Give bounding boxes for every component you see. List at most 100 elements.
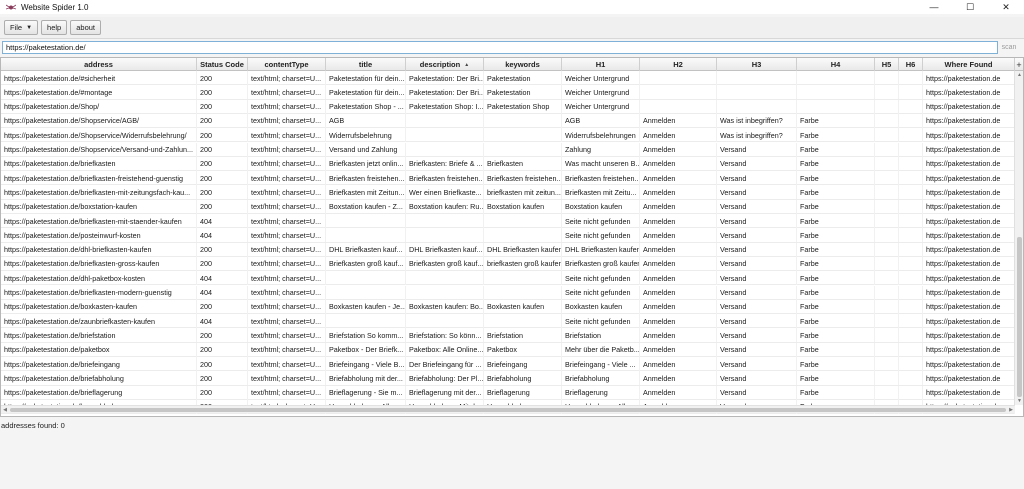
table-row[interactable]: https://paketestation.de/brieflagerung 20… [1,385,1015,400]
table-row[interactable]: https://paketestation.de/zaunbriefkasten… [1,314,1015,329]
cell-description: Paketestation: Der Bri... [406,85,484,100]
table-row[interactable]: https://paketestation.de/dhl-paketbox-ko… [1,271,1015,286]
cell-h5 [875,271,899,286]
cell-description: Wer einen Briefkaste... [406,185,484,200]
minimize-button[interactable]: — [916,0,952,14]
cell-description: Paketbox: Alle Online... [406,342,484,357]
column-header-h5[interactable]: H5 [875,58,899,71]
table-row[interactable]: https://paketestation.de/posteinwurf-kos… [1,228,1015,243]
cell-h4: Farbe [797,357,875,371]
url-input[interactable] [2,40,998,54]
column-header-h3[interactable]: H3 [717,58,797,71]
cell-keywords [484,113,562,128]
column-header-label: keywords [505,60,540,69]
close-button[interactable]: ✕ [988,0,1024,14]
help-button[interactable]: help [41,20,68,35]
table-row[interactable]: https://paketestation.de/briefkasten-mod… [1,285,1015,300]
scroll-left-icon[interactable]: ◀ [1,406,9,414]
column-header-content-type[interactable]: contentType [248,58,326,71]
table-row[interactable]: https://paketestation.de/boxkasten-kaufe… [1,299,1015,315]
cell-h5 [875,214,899,228]
column-header-status-code[interactable]: Status Code [197,58,248,71]
cell-h1: Briefkasten mit Zeitu... [562,185,640,200]
table-row[interactable]: https://paketestation.de/Shopservice/Ver… [1,142,1015,157]
table-row[interactable]: https://paketestation.de/briefeingang 200… [1,357,1015,372]
table-row[interactable]: https://paketestation.de/Shopservice/Wid… [1,128,1015,143]
cell-description: Der Briefeingang für ... [406,357,484,371]
table-row[interactable]: https://paketestation.de/dhl-briefkasten… [1,242,1015,257]
cell-keywords [484,214,562,228]
cell-h3: Versand [717,328,797,343]
cell-h1: DHL Briefkasten kaufen [562,242,640,257]
cell-description: Brieflagerung mit der... [406,385,484,400]
cell-h6 [899,314,923,329]
cell-h2 [640,85,717,100]
horizontal-scroll-thumb[interactable] [10,408,1006,412]
cell-content-type: text/html; charset=U... [248,156,326,171]
table-row[interactable]: https://paketestation.de/#montage 200 text… [1,85,1015,100]
table-row[interactable]: https://paketestation.de/paketbox 200 text… [1,342,1015,357]
column-header-label: description [419,60,461,69]
column-header-address[interactable]: address [1,58,197,71]
cell-description [406,128,484,143]
cell-title: Boxstation kaufen - Z... [326,199,406,214]
cell-h3: Versand [717,228,797,243]
cell-description [406,214,484,228]
vertical-scroll-thumb[interactable] [1017,237,1022,397]
vertical-scrollbar[interactable]: ▲ ▼ [1014,71,1023,405]
cell-title: Briefkasten groß kauf... [326,256,406,271]
status-text: addresses found: 0 [1,421,65,430]
column-header-h4[interactable]: H4 [797,58,875,71]
column-header-title[interactable]: title [326,58,406,71]
cell-content-type: text/html; charset=U... [248,142,326,157]
cell-h1: Weicher Untergrund [562,99,640,114]
table-row[interactable]: https://paketestation.de/briefstation 200… [1,328,1015,343]
cell-keywords [484,271,562,286]
column-header-where-found[interactable]: Where Found [923,58,1015,71]
cell-h5 [875,371,899,386]
column-header-h1[interactable]: H1 [562,58,640,71]
table-row[interactable]: https://paketestation.de/boxstation-kauf… [1,199,1015,214]
cell-description: DHL Briefkasten kauf... [406,242,484,257]
cell-where-found: https://paketestation.de [923,113,1015,128]
scroll-down-icon[interactable]: ▼ [1015,397,1023,405]
maximize-button[interactable]: ☐ [952,0,988,14]
scan-button[interactable]: scan [998,41,1020,54]
table-row[interactable]: https://paketestation.de/briefkasten-gro… [1,256,1015,272]
file-menu-button[interactable]: File ▼ [4,20,39,35]
table-row[interactable]: https://paketestation.de/Shopservice/AGB… [1,113,1015,129]
column-header-keywords[interactable]: keywords [484,58,562,71]
table-row[interactable]: https://paketestation.de/briefkasten 200 t… [1,156,1015,172]
table-row[interactable]: https://paketestation.de/briefkasten-mit… [1,185,1015,200]
table-row[interactable]: https://paketestation.de/briefkasten-mit… [1,214,1015,229]
cell-title: Paketestation für dein... [326,85,406,100]
cell-h4: Farbe [797,256,875,271]
column-header-h2[interactable]: H2 [640,58,717,71]
cell-h3 [717,85,797,100]
table-row[interactable]: https://paketestation.de/#sicherheit 200 t… [1,71,1015,86]
cell-h6 [899,256,923,271]
horizontal-scrollbar[interactable]: ◀ ▶ [1,405,1015,413]
cell-title [326,285,406,300]
cell-h6 [899,171,923,186]
scroll-up-icon[interactable]: ▲ [1015,71,1023,79]
table-row[interactable]: https://paketestation.de/Shop/200 text/ht… [1,99,1015,114]
scroll-right-icon[interactable]: ▶ [1007,406,1015,414]
column-header-h6[interactable]: H6 [899,58,923,71]
cell-address: https://paketestation.de/briefkasten [1,156,197,171]
cell-h2: Anmelden [640,142,717,157]
add-column-icon[interactable]: + [1015,58,1023,71]
cell-content-type: text/html; charset=U... [248,185,326,200]
cell-h3: Versand [717,271,797,286]
cell-title: Versand und Zahlung [326,142,406,157]
table-row[interactable]: https://paketestation.de/briefkasten-fre… [1,171,1015,186]
cell-h1: Seite nicht gefunden [562,285,640,300]
cell-h6 [899,185,923,200]
cell-h5 [875,357,899,371]
cell-h6 [899,199,923,214]
cell-description: Paketestation: Der Bri... [406,71,484,85]
cell-h2: Anmelden [640,242,717,257]
table-row[interactable]: https://paketestation.de/briefabholung 20… [1,371,1015,386]
about-button[interactable]: about [70,20,102,35]
column-header-description[interactable]: description ▲ [406,58,484,71]
